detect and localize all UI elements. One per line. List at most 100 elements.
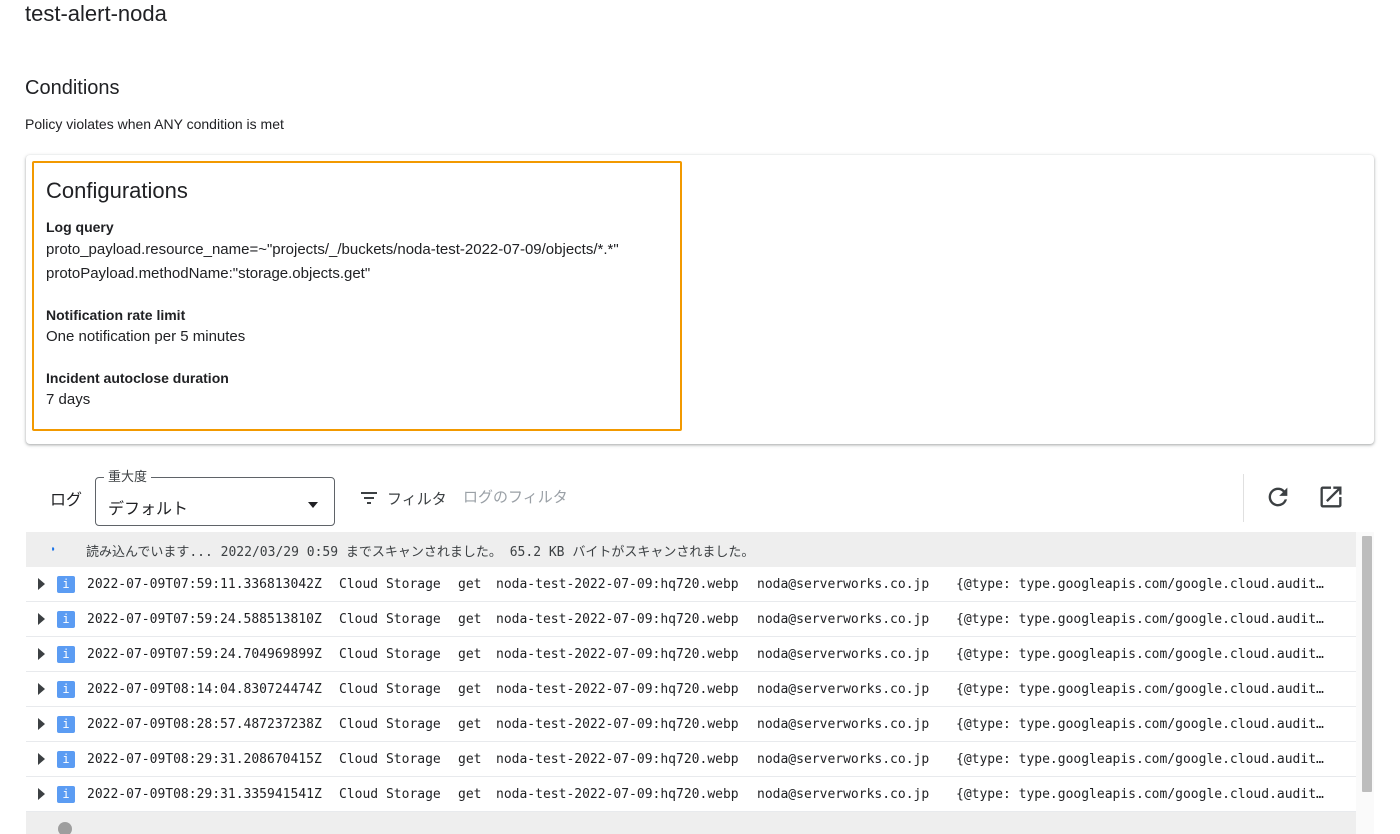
log-payload: {@type: type.googleapis.com/google.cloud… (956, 577, 1326, 592)
configurations-heading: Configurations (46, 178, 188, 203)
severity-info-icon: i (57, 681, 75, 698)
autoclose-value: 7 days (46, 391, 91, 408)
severity-info-icon: i (57, 751, 75, 768)
toolbar-divider (1243, 474, 1244, 522)
log-timestamp: 2022-07-09T08:28:57.487237238Z (87, 717, 322, 732)
policy-title: test-alert-noda (25, 1, 167, 26)
log-table: 読み込んでいます... 2022/03/29 0:59 までスキャンされました。… (26, 532, 1374, 834)
expand-arrow-icon[interactable] (38, 683, 45, 695)
log-user: noda@serverworks.co.jp (757, 717, 930, 732)
log-resource: Cloud Storage (339, 787, 441, 802)
loading-status-row: 読み込んでいます... 2022/03/29 0:59 までスキャンされました。… (26, 532, 1356, 567)
severity-info-icon: i (57, 716, 75, 733)
autoclose-group: Incident autoclose duration 7 days (46, 368, 668, 412)
log-payload: {@type: type.googleapis.com/google.cloud… (956, 752, 1326, 767)
log-timestamp: 2022-07-09T08:29:31.208670415Z (87, 752, 322, 767)
log-row[interactable]: i 2022-07-09T08:29:31.208670415Z Cloud S… (26, 742, 1356, 777)
filter-button[interactable]: フィルタ (361, 488, 447, 508)
log-row[interactable]: i 2022-07-09T07:59:24.704969899Z Cloud S… (26, 637, 1356, 672)
log-resource: Cloud Storage (339, 577, 441, 592)
log-object: noda-test-2022-07-09:hq720.webp (496, 612, 739, 627)
log-user: noda@serverworks.co.jp (757, 577, 930, 592)
log-table-footer (26, 812, 1356, 834)
rate-limit-label: Notification rate limit (46, 307, 186, 323)
log-resource: Cloud Storage (339, 612, 441, 627)
log-timestamp: 2022-07-09T08:29:31.335941541Z (87, 787, 322, 802)
expand-arrow-icon[interactable] (38, 648, 45, 660)
loading-status-text: 読み込んでいます... 2022/03/29 0:59 までスキャンされました。… (86, 545, 755, 560)
log-method: get (458, 647, 482, 662)
log-resource: Cloud Storage (339, 682, 441, 697)
log-payload: {@type: type.googleapis.com/google.cloud… (956, 787, 1326, 802)
refresh-icon (1268, 487, 1288, 507)
log-payload: {@type: type.googleapis.com/google.cloud… (956, 647, 1326, 662)
log-label: ログ (50, 492, 83, 509)
autoclose-label: Incident autoclose duration (46, 370, 229, 386)
expand-arrow-icon[interactable] (38, 753, 45, 765)
expand-arrow-icon[interactable] (38, 613, 45, 625)
log-query-group: Log query proto_payload.resource_name=~"… (46, 217, 668, 286)
log-object: noda-test-2022-07-09:hq720.webp (496, 577, 739, 592)
severity-info-icon: i (57, 786, 75, 803)
open-in-new-icon (1320, 486, 1342, 508)
log-method: get (458, 612, 482, 627)
log-method: get (458, 717, 482, 732)
open-in-new-button[interactable] (1317, 483, 1345, 511)
log-resource: Cloud Storage (339, 717, 441, 732)
conditions-title: Conditions (25, 77, 120, 99)
filter-button-label: フィルタ (387, 490, 447, 508)
log-object: noda-test-2022-07-09:hq720.webp (496, 682, 739, 697)
log-timestamp: 2022-07-09T07:59:24.704969899Z (87, 647, 322, 662)
severity-info-icon: i (57, 611, 75, 628)
log-query-line-1: proto_payload.resource_name=~"projects/_… (46, 241, 619, 258)
expand-arrow-icon[interactable] (38, 788, 45, 800)
log-resource: Cloud Storage (339, 647, 441, 662)
log-filter-input[interactable] (463, 486, 763, 508)
log-user: noda@serverworks.co.jp (757, 752, 930, 767)
severity-select[interactable]: 重大度 デフォルト (95, 469, 335, 526)
log-payload: {@type: type.googleapis.com/google.cloud… (956, 612, 1326, 627)
severity-legend: 重大度 (104, 469, 152, 485)
log-query-line-2: protoPayload.methodName:"storage.objects… (46, 265, 371, 282)
rate-limit-group: Notification rate limit One notification… (46, 305, 668, 349)
log-timestamp: 2022-07-09T08:14:04.830724474Z (87, 682, 322, 697)
expand-arrow-icon[interactable] (38, 578, 45, 590)
log-resource: Cloud Storage (339, 752, 441, 767)
log-method: get (458, 577, 482, 592)
log-method: get (458, 682, 482, 697)
log-object: noda-test-2022-07-09:hq720.webp (496, 752, 739, 767)
log-query-label: Log query (46, 219, 114, 235)
conditions-description: Policy violates when ANY condition is me… (25, 116, 284, 132)
log-method: get (458, 752, 482, 767)
log-rows: i 2022-07-09T07:59:11.336813042Z Cloud S… (26, 567, 1356, 812)
log-user: noda@serverworks.co.jp (757, 647, 930, 662)
severity-info-icon: i (57, 576, 75, 593)
expand-arrow-icon[interactable] (38, 718, 45, 730)
log-user: noda@serverworks.co.jp (757, 682, 930, 697)
log-row[interactable]: i 2022-07-09T08:29:31.335941541Z Cloud S… (26, 777, 1356, 812)
loading-spinner-icon (52, 546, 58, 552)
log-row[interactable]: i 2022-07-09T07:59:11.336813042Z Cloud S… (26, 567, 1356, 602)
log-object: noda-test-2022-07-09:hq720.webp (496, 647, 739, 662)
log-method: get (458, 787, 482, 802)
log-row[interactable]: i 2022-07-09T08:14:04.830724474Z Cloud S… (26, 672, 1356, 707)
log-object: noda-test-2022-07-09:hq720.webp (496, 787, 739, 802)
log-timestamp: 2022-07-09T07:59:11.336813042Z (87, 577, 322, 592)
rate-limit-value: One notification per 5 minutes (46, 328, 246, 345)
log-user: noda@serverworks.co.jp (757, 612, 930, 627)
log-toolbar: ログ 重大度 デフォルト フィルタ (26, 462, 1374, 532)
log-scrollbar-thumb[interactable] (1362, 536, 1372, 792)
severity-info-icon: i (57, 646, 75, 663)
log-timestamp: 2022-07-09T07:59:24.588513810Z (87, 612, 322, 627)
log-object: noda-test-2022-07-09:hq720.webp (496, 717, 739, 732)
refresh-button[interactable] (1264, 483, 1292, 511)
log-payload: {@type: type.googleapis.com/google.cloud… (956, 717, 1326, 732)
dropdown-arrow-icon (308, 502, 318, 508)
log-payload: {@type: type.googleapis.com/google.cloud… (956, 682, 1326, 697)
log-row[interactable]: i 2022-07-09T07:59:24.588513810Z Cloud S… (26, 602, 1356, 637)
footer-status-icon (58, 822, 72, 834)
log-user: noda@serverworks.co.jp (757, 787, 930, 802)
log-row[interactable]: i 2022-07-09T08:28:57.487237238Z Cloud S… (26, 707, 1356, 742)
severity-selected-value: デフォルト (108, 501, 189, 518)
condition-card: Configurations Log query proto_payload.r… (26, 155, 1374, 444)
